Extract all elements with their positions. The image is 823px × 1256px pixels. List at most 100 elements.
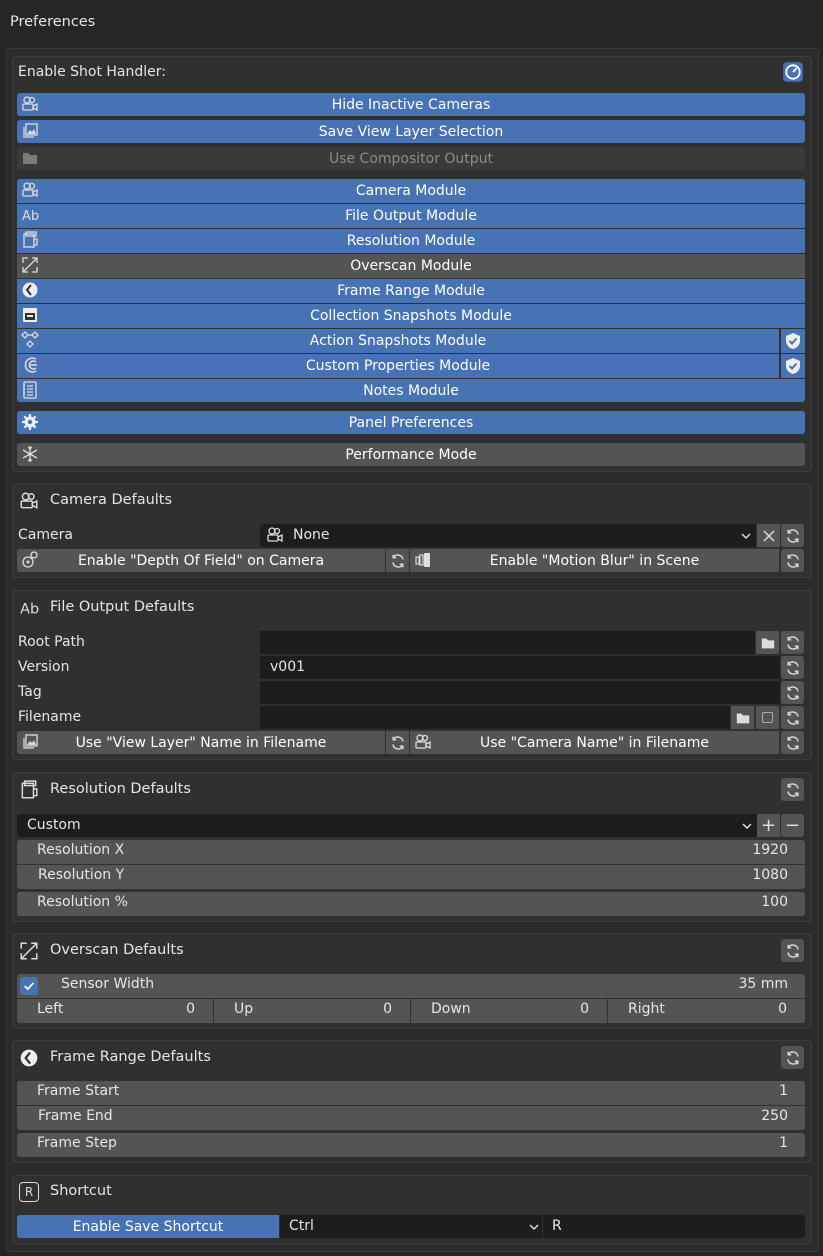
version-label: Version	[18, 659, 70, 675]
overscan-reset-button[interactable]	[781, 939, 804, 962]
shortcut-key-field[interactable]: R	[543, 1215, 805, 1238]
filename-checkbox[interactable]	[756, 706, 779, 729]
enable-shot-handler-toggle[interactable]	[782, 61, 804, 83]
frame-start-field[interactable]: Frame Start 1	[17, 1081, 805, 1105]
folder-icon	[735, 710, 751, 726]
tag-reset-button[interactable]	[781, 681, 804, 704]
use-compositor-output-button[interactable]: Use Compositor Output	[17, 147, 805, 170]
overscan-up-field[interactable]: Up 0	[214, 999, 410, 1023]
resolution-preset-select[interactable]: Custom	[17, 814, 757, 837]
notes-module-label: Notes Module	[363, 382, 459, 399]
shortcut-modifier-select[interactable]: Ctrl	[280, 1215, 542, 1238]
frame-range-reset-button[interactable]	[781, 1046, 804, 1069]
enable-motion-blur-button[interactable]: Enable "Motion Blur" in Scene	[410, 549, 779, 572]
collection-snapshots-module-button[interactable]: Collection Snapshots Module	[17, 304, 805, 328]
refresh-icon	[785, 528, 801, 544]
file-output-defaults-header: File Output Defaults	[50, 599, 195, 615]
action-snapshots-protect-button[interactable]	[781, 329, 805, 353]
use-camera-name-label: Use "Camera Name" in Filename	[480, 734, 709, 751]
motion-blur-reset-button[interactable]	[781, 549, 804, 572]
resolution-icon	[21, 231, 39, 249]
filename-reset-button[interactable]	[781, 706, 804, 729]
resolution-percent-field[interactable]: Resolution % 100	[17, 892, 805, 916]
use-camera-name-button[interactable]: Use "Camera Name" in Filename	[410, 731, 779, 754]
resolution-reset-button[interactable]	[781, 778, 804, 801]
minus-icon: −	[784, 815, 801, 836]
overscan-right-field[interactable]: Right 0	[608, 999, 805, 1023]
version-input[interactable]: v001	[260, 656, 780, 679]
overscan-icon	[21, 256, 39, 274]
refresh-icon	[390, 735, 406, 751]
refresh-icon	[785, 685, 801, 701]
file-output-module-label: File Output Module	[345, 208, 477, 224]
root-path-reset-button[interactable]	[781, 631, 804, 654]
save-view-layer-button[interactable]: Save View Layer Selection	[17, 120, 805, 143]
chevron-down-icon	[740, 530, 752, 542]
checkbox-icon	[762, 712, 773, 723]
shortcut-header: Shortcut	[50, 1183, 112, 1199]
use-view-layer-name-button[interactable]: Use "View Layer" Name in Filename	[17, 731, 385, 754]
overscan-left-field[interactable]: Left 0	[17, 999, 213, 1023]
overscan-module-button[interactable]: Overscan Module	[17, 254, 805, 278]
frame-range-module-label: Frame Range Module	[337, 283, 485, 299]
root-path-input[interactable]	[260, 631, 755, 654]
snowflake-icon	[21, 445, 39, 463]
resolution-y-field[interactable]: Resolution Y 1080	[17, 865, 805, 889]
action-snapshots-module-button[interactable]: Action Snapshots Module	[17, 329, 779, 353]
hide-inactive-cameras-button[interactable]: Hide Inactive Cameras	[17, 93, 805, 116]
clear-camera-button[interactable]	[757, 524, 780, 547]
gear-icon	[21, 413, 39, 431]
camera-name-reset-button[interactable]	[781, 731, 804, 754]
camera-reset-button[interactable]	[781, 524, 804, 547]
file-output-module-button[interactable]: File Output Module	[17, 204, 805, 228]
view-layer-name-reset-button[interactable]	[386, 731, 409, 754]
filename-browse-button[interactable]	[731, 706, 754, 729]
version-reset-button[interactable]	[781, 656, 804, 679]
filename-label: Filename	[18, 709, 82, 725]
camera-icon	[21, 95, 39, 113]
camera-icon	[21, 181, 39, 199]
camera-module-button[interactable]: Camera Module	[17, 179, 805, 203]
overscan-down-field[interactable]: Down 0	[411, 999, 607, 1023]
camera-select[interactable]: None	[260, 524, 756, 547]
tag-label: Tag	[18, 684, 42, 700]
enable-motion-blur-label: Enable "Motion Blur" in Scene	[489, 552, 700, 569]
resolution-percent-label: Resolution %	[37, 894, 128, 910]
overscan-down-value: 0	[580, 1001, 589, 1017]
sensor-width-field[interactable]: Sensor Width 35 mm	[17, 974, 805, 998]
tag-input[interactable]	[260, 681, 780, 704]
add-preset-button[interactable]: +	[757, 814, 780, 837]
enable-dof-button[interactable]: Enable "Depth Of Field" on Camera	[17, 549, 385, 572]
camera-icon	[266, 526, 284, 544]
custom-properties-module-button[interactable]: Custom Properties Module	[17, 354, 779, 378]
resolution-module-button[interactable]: Resolution Module	[17, 229, 805, 253]
view-layer-icon	[21, 122, 39, 140]
frame-start-value: 1	[779, 1083, 788, 1099]
remove-preset-button[interactable]: −	[781, 814, 804, 837]
overscan-up-value: 0	[383, 1001, 392, 1017]
performance-mode-button[interactable]: Performance Mode	[17, 443, 805, 466]
action-snapshots-label: Action Snapshots Module	[309, 333, 487, 349]
sensor-width-value: 35 mm	[738, 976, 788, 992]
camera-select-value: None	[293, 527, 330, 543]
chevron-down-icon	[528, 1221, 540, 1233]
notes-module-button[interactable]: Notes Module	[17, 379, 805, 402]
root-path-browse-button[interactable]	[756, 631, 779, 654]
panel-preferences-button[interactable]: Panel Preferences	[17, 411, 805, 434]
frame-range-icon	[21, 281, 39, 299]
custom-properties-protect-button[interactable]	[781, 354, 805, 378]
shield-icon	[784, 332, 802, 350]
resolution-x-field[interactable]: Resolution X 1920	[17, 840, 805, 864]
refresh-icon	[785, 782, 801, 798]
dof-reset-button[interactable]	[386, 549, 409, 572]
frame-step-field[interactable]: Frame Step 1	[17, 1133, 805, 1157]
file-output-icon	[21, 206, 39, 224]
frame-range-module-button[interactable]: Frame Range Module	[17, 279, 805, 303]
frame-end-field[interactable]: Frame End 250	[17, 1106, 805, 1130]
overscan-enable-checkbox[interactable]	[20, 977, 38, 995]
enable-dof-label: Enable "Depth Of Field" on Camera	[77, 552, 325, 569]
root-path-label: Root Path	[18, 634, 85, 650]
enable-save-shortcut-button[interactable]: Enable Save Shortcut	[17, 1215, 279, 1238]
frame-end-value: 250	[761, 1108, 788, 1124]
filename-input[interactable]	[260, 706, 730, 729]
